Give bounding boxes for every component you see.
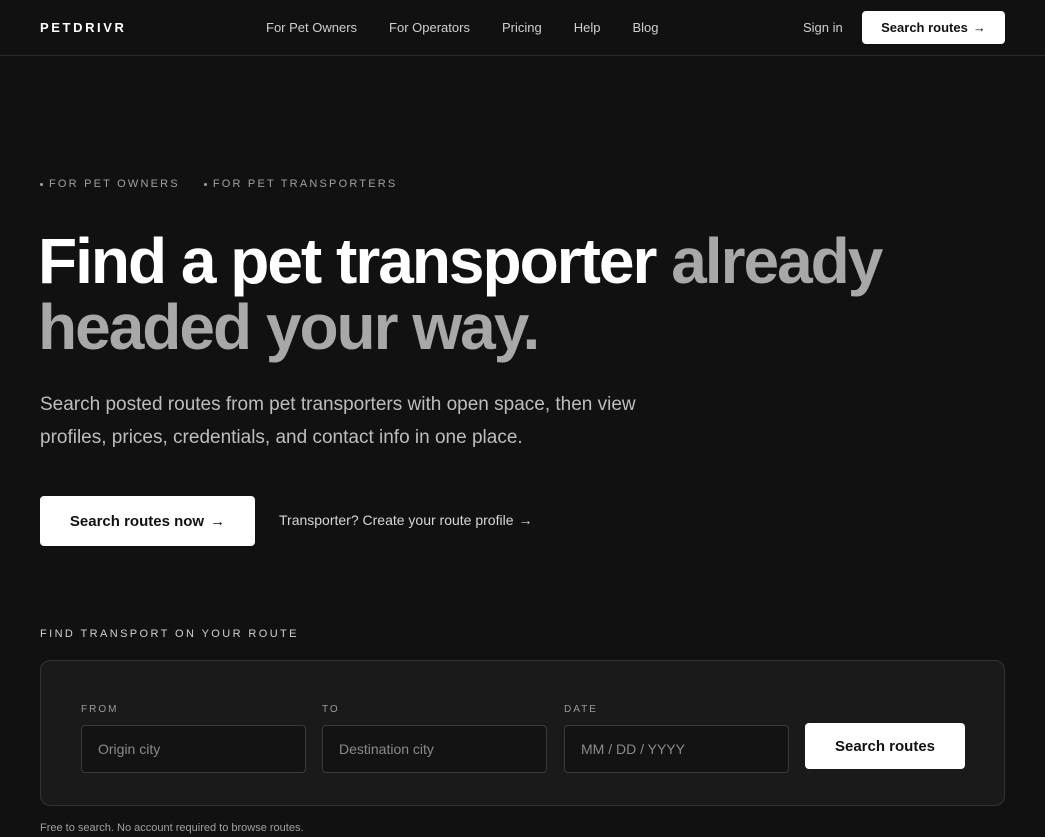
from-label: FROM bbox=[81, 704, 119, 715]
nav-link-pet-owners[interactable]: For Pet Owners bbox=[266, 20, 357, 35]
route-search-form: FROM TO DATE Search routes bbox=[40, 660, 1005, 806]
date-label: DATE bbox=[564, 704, 598, 715]
sign-in-link[interactable]: Sign in bbox=[803, 20, 843, 35]
hero-eyebrows: FOR PET OWNERS FOR PET TRANSPORTERS bbox=[40, 178, 397, 190]
nav-link-operators[interactable]: For Operators bbox=[389, 20, 470, 35]
eyebrow-pet-transporters: FOR PET TRANSPORTERS bbox=[203, 178, 398, 190]
search-routes-now-button[interactable]: Search routes now → bbox=[40, 496, 255, 546]
eyebrow-label: FOR PET OWNERS bbox=[49, 178, 180, 190]
bullet-dot-icon bbox=[203, 182, 207, 186]
to-field: TO bbox=[322, 704, 547, 773]
destination-city-input[interactable] bbox=[322, 725, 547, 773]
date-field: DATE bbox=[564, 704, 789, 773]
hero-headline: Find a pet transporter already headed yo… bbox=[38, 228, 938, 360]
search-routes-now-label: Search routes now bbox=[69, 512, 205, 530]
search-routes-button[interactable]: Search routes bbox=[805, 723, 965, 769]
arrow-right-icon: → bbox=[518, 512, 533, 528]
date-input[interactable] bbox=[564, 725, 789, 773]
from-field: FROM bbox=[81, 704, 306, 773]
nav-link-blog[interactable]: Blog bbox=[632, 20, 658, 35]
to-label: TO bbox=[322, 704, 340, 715]
hero-subhead: Search posted routes from pet transporte… bbox=[40, 394, 636, 448]
eyebrow-label: FOR PET TRANSPORTERS bbox=[212, 178, 398, 190]
bullet-dot-icon bbox=[40, 182, 43, 186]
eyebrow-pet-owners: FOR PET OWNERS bbox=[40, 178, 180, 190]
arrow-right-icon: → bbox=[972, 20, 986, 35]
nav-search-routes-button[interactable]: Search routes → bbox=[862, 11, 1005, 44]
search-footnote: Free to search. No account required to b… bbox=[40, 822, 304, 834]
headline-main: Find a pet transporter bbox=[38, 225, 657, 297]
nav-links: For Pet Owners For Operators Pricing Hel… bbox=[266, 20, 690, 35]
nav-search-routes-label: Search routes bbox=[881, 20, 968, 35]
brand-logo[interactable]: PETDRIVR bbox=[40, 20, 127, 35]
nav-link-help[interactable]: Help bbox=[574, 20, 601, 35]
search-section-label: FIND TRANSPORT ON YOUR ROUTE bbox=[40, 628, 299, 640]
create-route-profile-label: Transporter? Create your route profile bbox=[279, 512, 514, 528]
origin-city-input[interactable] bbox=[81, 725, 306, 773]
arrow-right-icon: → bbox=[210, 512, 226, 530]
top-nav: PETDRIVR For Pet Owners For Operators Pr… bbox=[0, 0, 1045, 56]
create-route-profile-link[interactable]: Transporter? Create your route profile → bbox=[279, 512, 532, 528]
nav-link-pricing[interactable]: Pricing bbox=[502, 20, 542, 35]
